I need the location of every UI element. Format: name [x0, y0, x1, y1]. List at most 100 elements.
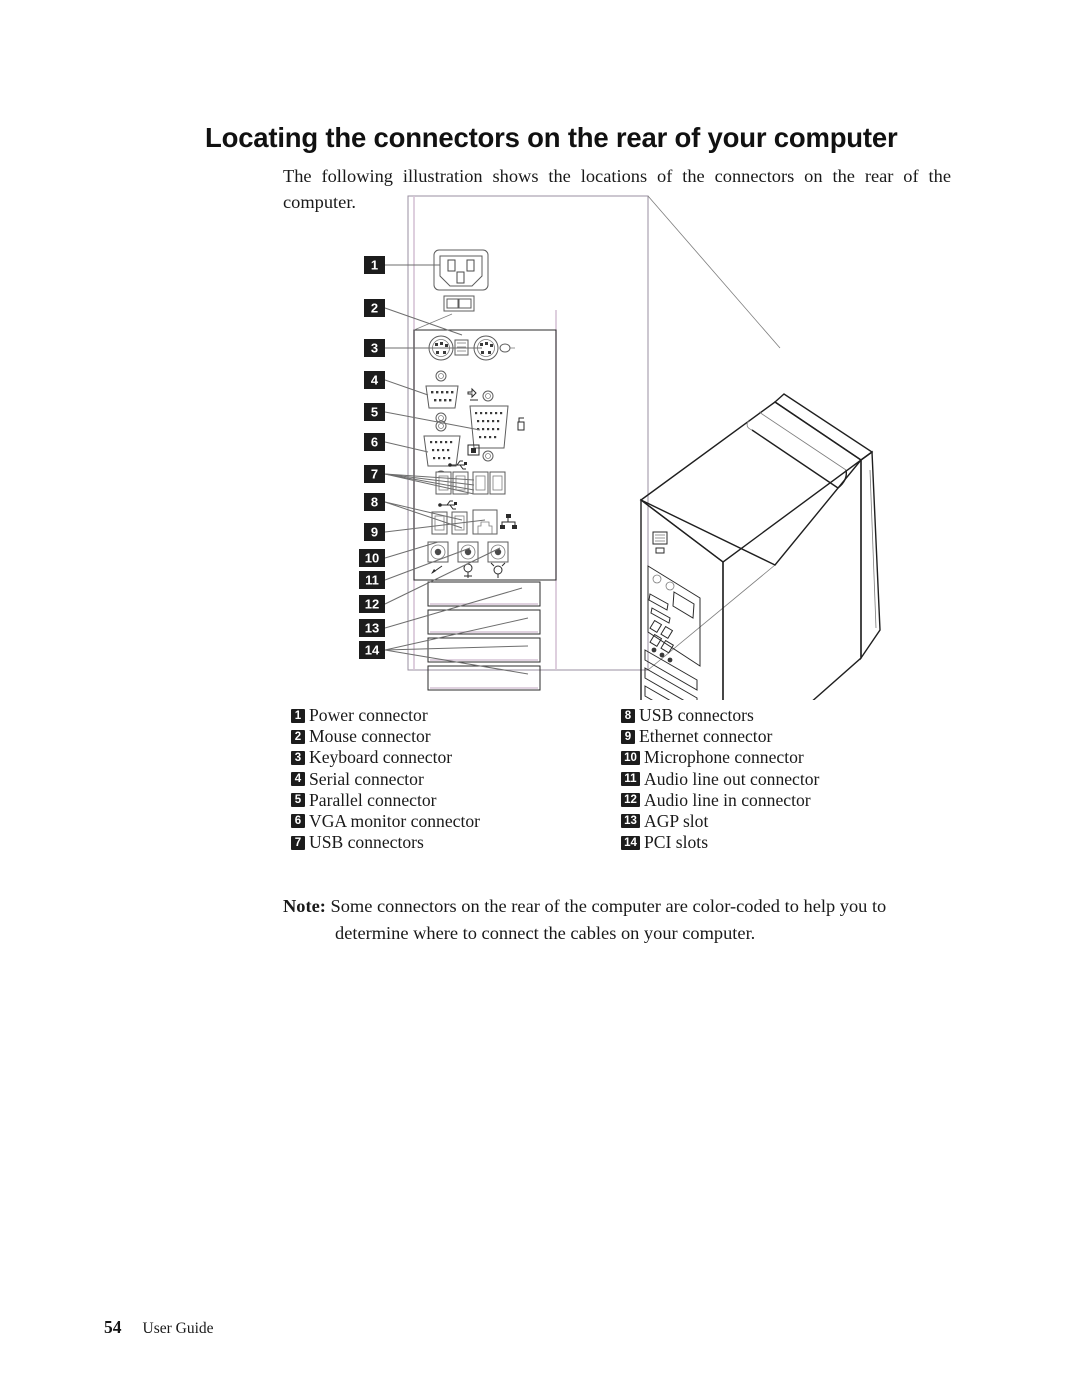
legend-item-2: 2 Mouse connector [291, 726, 621, 747]
legend-item-9: 9 Ethernet connector [621, 726, 951, 747]
legend-badge-2: 2 [291, 729, 305, 744]
legend-item-7: 7 USB connectors [291, 832, 621, 853]
legend-badge-6: 6 [291, 814, 305, 829]
legend-label-2: Mouse connector [309, 726, 431, 747]
legend-badge-4: 4 [291, 772, 305, 787]
svg-text:6: 6 [371, 435, 378, 450]
chassis-psu-vent [652, 531, 668, 554]
legend-label-4: Serial connector [309, 768, 424, 789]
page-number: 54 [104, 1317, 122, 1337]
legend-label-1: Power connector [309, 705, 428, 725]
legend-label-12: Audio line in connector [644, 789, 811, 810]
legend-item-11: 11 Audio line out connector [621, 769, 951, 790]
callout-badge-11: 11 [359, 571, 385, 589]
usb-icon-bottom [438, 500, 457, 510]
power-connector-graphic [433, 249, 489, 291]
legend-label-11: Audio line out connector [644, 768, 820, 789]
page-title: Locating the connectors on the rear of y… [205, 122, 898, 154]
serial-port-icon [467, 387, 478, 401]
note-line-1: Some connectors on the rear of the compu… [330, 896, 887, 916]
legend-item-10: 10 Microphone connector [621, 747, 951, 768]
note-label: Note: [283, 896, 326, 916]
svg-text:9: 9 [371, 525, 378, 540]
rear-connectors-illustration: .ln { stroke:#6e6e6e; stroke-width:1; fi… [0, 180, 1080, 700]
svg-text:3: 3 [371, 341, 378, 356]
legend-label-13: AGP slot [644, 810, 709, 831]
callout-badge-3: 3 [364, 339, 385, 357]
callout-badge-6: 6 [364, 433, 385, 451]
callout-badge-14: 14 [359, 641, 385, 659]
legend-badge-13: 13 [621, 814, 640, 829]
callout-badge-9: 9 [364, 523, 385, 541]
computer-chassis-drawing [639, 393, 881, 700]
printer-port-icon [517, 417, 525, 431]
svg-text:10: 10 [365, 551, 379, 566]
legend-column-left: 1 Power connector 2 Mouse connector 3 Ke… [291, 705, 621, 853]
callout-badge-10: 10 [359, 549, 385, 567]
svg-text:7: 7 [371, 467, 378, 482]
callout-badge-13: 13 [359, 619, 385, 637]
chassis-expansion-slots [644, 649, 698, 700]
legend-badge-14: 14 [621, 835, 640, 850]
legend-item-12: 12 Audio line in connector [621, 790, 951, 811]
legend-item-3: 3 Keyboard connector [291, 747, 621, 768]
svg-text:11: 11 [365, 573, 379, 588]
svg-text:4: 4 [371, 373, 379, 388]
callout-leader-lines [384, 264, 529, 675]
legend-badge-1: 1 [291, 708, 305, 723]
serial-connector-graphic [425, 370, 459, 424]
legend-label-8: USB connectors [639, 705, 754, 725]
legend-item-1: 1 Power connector [291, 705, 621, 726]
audio-line-out-icon [463, 563, 473, 578]
usb-connectors-top [435, 471, 506, 495]
detail-leader-lines [647, 195, 781, 671]
expansion-slots [427, 581, 541, 691]
guide-label: User Guide [142, 1320, 214, 1337]
legend-column-right: 8 USB connectors 9 Ethernet connector 10… [621, 705, 951, 853]
note-line-2: determine where to connect the cables on… [335, 922, 756, 943]
ethernet-connector-graphic [472, 509, 498, 535]
audio-line-in-icon [490, 562, 506, 578]
legend-badge-8: 8 [621, 708, 635, 723]
legend-badge-10: 10 [621, 750, 640, 765]
svg-text:2: 2 [371, 301, 378, 316]
legend-badge-12: 12 [621, 793, 640, 808]
legend-item-6: 6 VGA monitor connector [291, 811, 621, 832]
microphone-icon [431, 565, 443, 574]
callout-badge-5: 5 [364, 403, 385, 421]
legend-label-5: Parallel connector [309, 789, 437, 810]
ps2-mouse-icon [499, 343, 515, 353]
voltage-switch-graphic [443, 295, 475, 312]
svg-text:13: 13 [365, 621, 379, 636]
svg-text:12: 12 [365, 597, 379, 612]
callout-badge-8: 8 [364, 493, 385, 511]
legend-item-13: 13 AGP slot [621, 811, 951, 832]
legend-label-9: Ethernet connector [639, 726, 773, 747]
svg-text:5: 5 [371, 405, 378, 420]
svg-text:1: 1 [371, 258, 378, 273]
legend-badge-7: 7 [291, 835, 305, 850]
callout-badge-7: 7 [364, 465, 385, 483]
legend-label-6: VGA monitor connector [309, 810, 481, 831]
legend-badge-3: 3 [291, 750, 305, 765]
legend-label-10: Microphone connector [644, 747, 804, 768]
chassis-io-connectors [648, 574, 695, 663]
legend-badge-5: 5 [291, 793, 305, 808]
legend-label-7: USB connectors [309, 832, 424, 853]
legend-item-4: 4 Serial connector [291, 769, 621, 790]
svg-text:14: 14 [365, 643, 380, 658]
network-icon [500, 514, 517, 529]
document-page: Locating the connectors on the rear of y… [0, 0, 1080, 1397]
callout-badge-2: 2 [364, 299, 385, 317]
legend-item-14: 14 PCI slots [621, 832, 951, 853]
legend-badge-9: 9 [621, 729, 635, 744]
note-block: Note: Some connectors on the rear of the… [283, 893, 951, 946]
legend-item-8: 8 USB connectors [621, 705, 951, 726]
svg-text:8: 8 [371, 495, 378, 510]
legend-badge-11: 11 [621, 772, 640, 787]
callout-badge-1: 1 [364, 256, 385, 274]
page-footer: 54 User Guide [104, 1317, 214, 1338]
legend-label-14: PCI slots [644, 832, 709, 853]
legend-label-3: Keyboard connector [309, 747, 453, 768]
callout-badge-4: 4 [364, 371, 385, 389]
